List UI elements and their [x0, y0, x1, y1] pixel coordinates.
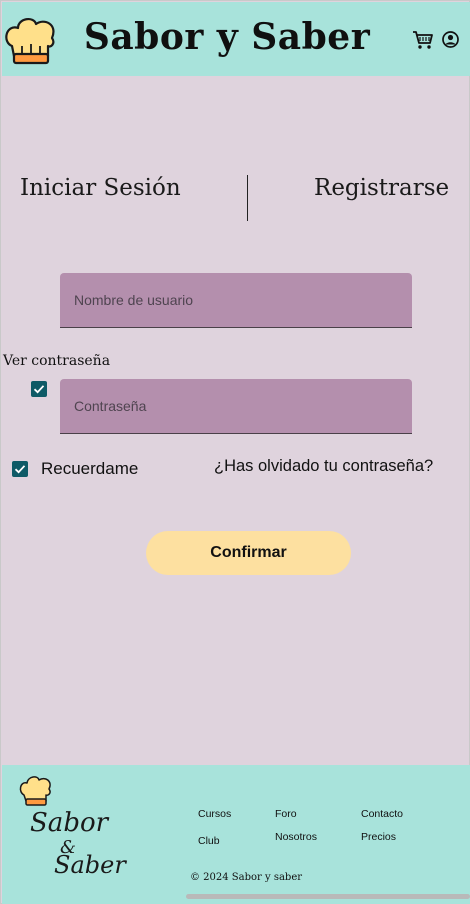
site-footer: Sabor & Saber Cursos Club Foro Nosotros …: [2, 765, 470, 904]
user-account-icon[interactable]: [442, 31, 459, 48]
footer-link-precios[interactable]: Precios: [361, 831, 396, 843]
username-input[interactable]: [60, 273, 412, 327]
show-password-checkbox[interactable]: [31, 381, 47, 397]
tab-register[interactable]: Registrarse: [314, 175, 449, 201]
footer-link-club[interactable]: Club: [198, 835, 220, 847]
tab-divider: [247, 175, 248, 221]
password-input[interactable]: [60, 379, 412, 433]
confirm-button[interactable]: Confirmar: [146, 531, 351, 575]
site-header: Sabor y Saber: [2, 2, 470, 76]
chef-hat-icon[interactable]: [4, 16, 56, 66]
app-frame: Sabor y Saber Iniciar Sesión Registrarse…: [0, 0, 470, 904]
username-field[interactable]: [60, 273, 412, 328]
site-title: Sabor y Saber: [83, 16, 371, 58]
footer-link-foro[interactable]: Foro: [275, 808, 297, 820]
tab-login[interactable]: Iniciar Sesión: [20, 175, 181, 201]
svg-text:Saber: Saber: [54, 851, 127, 879]
remember-me-label: Recuerdame: [41, 459, 139, 478]
password-field[interactable]: [60, 379, 412, 434]
footer-logo[interactable]: Sabor & Saber: [18, 775, 128, 879]
horizontal-scrollbar[interactable]: [186, 894, 470, 899]
footer-link-nosotros[interactable]: Nosotros: [275, 831, 317, 843]
shopping-cart-icon[interactable]: [412, 30, 434, 50]
svg-text:Sabor: Sabor: [30, 808, 110, 838]
checkmark-icon: [14, 465, 26, 474]
footer-link-contacto[interactable]: Contacto: [361, 808, 403, 820]
checkmark-icon: [33, 385, 45, 394]
footer-link-cursos[interactable]: Cursos: [198, 808, 231, 820]
copyright-text: © 2024 Sabor y saber: [190, 872, 303, 883]
forgot-password-link[interactable]: ¿Has olvidado tu contraseña?: [214, 457, 433, 476]
remember-me-checkbox[interactable]: [12, 461, 28, 477]
show-password-label: Ver contraseña: [3, 353, 111, 369]
